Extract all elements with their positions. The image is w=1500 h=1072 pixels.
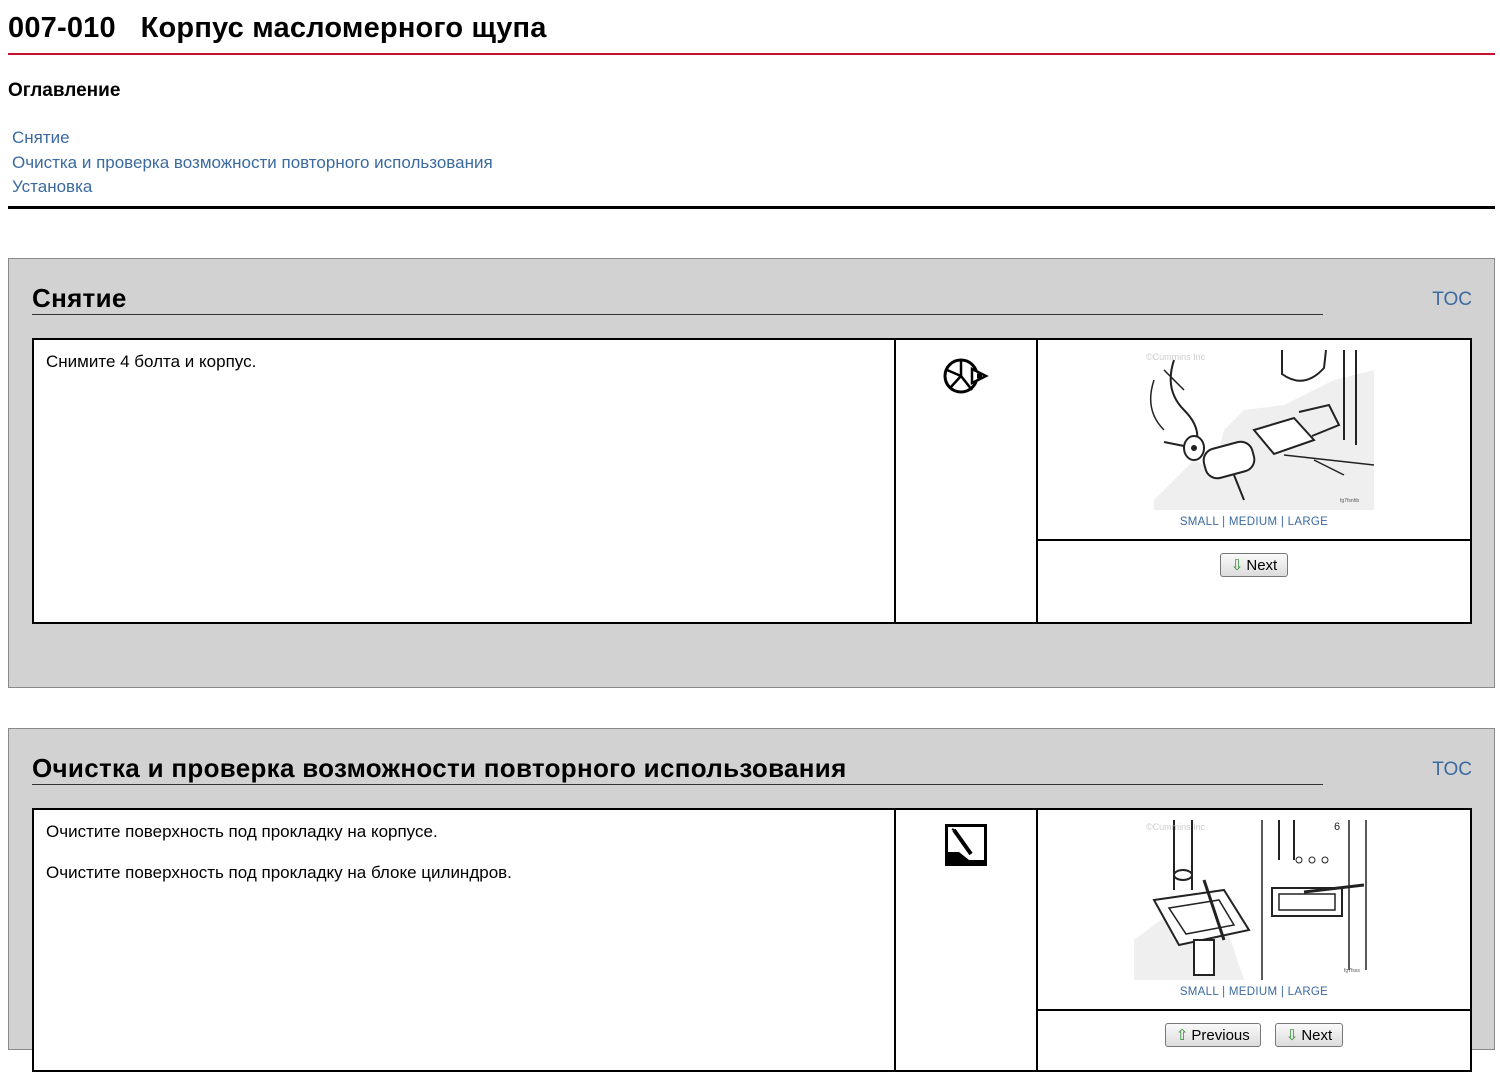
- image-size-links: SMALL | MEDIUM | LARGE: [1179, 986, 1329, 998]
- size-medium-link[interactable]: MEDIUM: [1229, 516, 1277, 528]
- step-instruction-text: Очистите поверхность под прокладку на ко…: [46, 822, 438, 841]
- next-button[interactable]: ⇩ Next: [1274, 1023, 1344, 1047]
- figure-watermark: ©Cummins Inc: [1146, 352, 1206, 362]
- arrow-up-icon: ⇧: [1175, 1026, 1189, 1044]
- size-small-link[interactable]: SMALL: [1180, 986, 1219, 998]
- figure-cell: 6 ©Cummins Inc fg7fsss SMALL | MEDIUM | …: [1038, 810, 1470, 1070]
- step-instructions: Снимите 4 болта и корпус.: [34, 340, 896, 622]
- next-button-label: Next: [1301, 1026, 1333, 1044]
- arrow-down-icon: ⇩: [1285, 1026, 1299, 1044]
- section-title: Очистка и проверка возможности повторног…: [32, 753, 847, 783]
- next-button[interactable]: ⇩ Next: [1219, 553, 1289, 577]
- section-title-rule: [32, 314, 1323, 315]
- step-table: Снимите 4 болта и корпус. ©Cummins Inc f…: [32, 338, 1472, 624]
- size-large-link[interactable]: LARGE: [1288, 986, 1329, 998]
- toc-back-link[interactable]: TOC: [1432, 289, 1472, 311]
- figure-code: fg7fsss: [1344, 968, 1360, 974]
- figure-code: fg7fsnhb: [1340, 498, 1359, 504]
- toc-back-link[interactable]: TOC: [1432, 759, 1472, 781]
- page-title: 007-010 Корпус масломерного щупа: [8, 12, 547, 44]
- image-size-links: SMALL | MEDIUM | LARGE: [1179, 516, 1329, 528]
- figure-panel: 6 ©Cummins Inc fg7fsss SMALL | MEDIUM | …: [1038, 810, 1470, 1011]
- toc-link-removal[interactable]: Снятие: [12, 126, 493, 151]
- step-instruction-text: Снимите 4 болта и корпус.: [46, 352, 257, 371]
- section-removal: Снятие TOC Снимите 4 болта и корпус. ©Cu…: [8, 258, 1495, 688]
- figure-cell: ©Cummins Inc fg7fsnhb SMALL | MEDIUM | L…: [1038, 340, 1470, 622]
- size-small-link[interactable]: SMALL: [1180, 516, 1219, 528]
- section-title-rule: [32, 784, 1323, 785]
- arrow-down-icon: ⇩: [1230, 556, 1244, 574]
- figure-watermark: ©Cummins Inc: [1146, 822, 1206, 832]
- toc-link-installation[interactable]: Установка: [12, 175, 493, 200]
- step-table: Очистите поверхность под прокладку на ко…: [32, 808, 1472, 1072]
- figure-panel: ©Cummins Inc fg7fsnhb SMALL | MEDIUM | L…: [1038, 340, 1470, 541]
- gasket-scraper-icon: [945, 824, 987, 1070]
- step-nav: ⇩ Next: [1038, 541, 1470, 622]
- tool-icon-cell: [896, 810, 1038, 1070]
- previous-button-label: Previous: [1191, 1026, 1250, 1044]
- svg-text:6: 6: [1334, 821, 1340, 833]
- size-medium-link[interactable]: MEDIUM: [1229, 986, 1277, 998]
- technical-illustration[interactable]: ©Cummins Inc fg7fsnhb: [1134, 350, 1374, 510]
- toc-heading: Оглавление: [8, 80, 121, 101]
- tool-icon-cell: [896, 340, 1038, 622]
- wrench-socket-icon: [942, 354, 990, 622]
- section-cleaning-inspection: Очистка и проверка возможности повторног…: [8, 728, 1495, 1072]
- section-title: Снятие: [32, 283, 127, 313]
- toc-divider: [8, 206, 1495, 209]
- step-instructions: Очистите поверхность под прокладку на ко…: [34, 810, 896, 1070]
- previous-button[interactable]: ⇧ Previous: [1164, 1023, 1261, 1047]
- toc-link-cleaning-inspection[interactable]: Очистка и проверка возможности повторног…: [12, 151, 493, 176]
- next-button-label: Next: [1246, 556, 1278, 574]
- step-instruction-text: Очистите поверхность под прокладку на бл…: [46, 863, 512, 882]
- technical-illustration[interactable]: 6 ©Cummins Inc fg7fsss: [1134, 820, 1374, 980]
- toc-list: Снятие Очистка и проверка возможности по…: [12, 126, 493, 200]
- step-nav: ⇧ Previous ⇩ Next: [1038, 1011, 1470, 1070]
- title-divider: [8, 53, 1495, 55]
- size-large-link[interactable]: LARGE: [1288, 516, 1329, 528]
